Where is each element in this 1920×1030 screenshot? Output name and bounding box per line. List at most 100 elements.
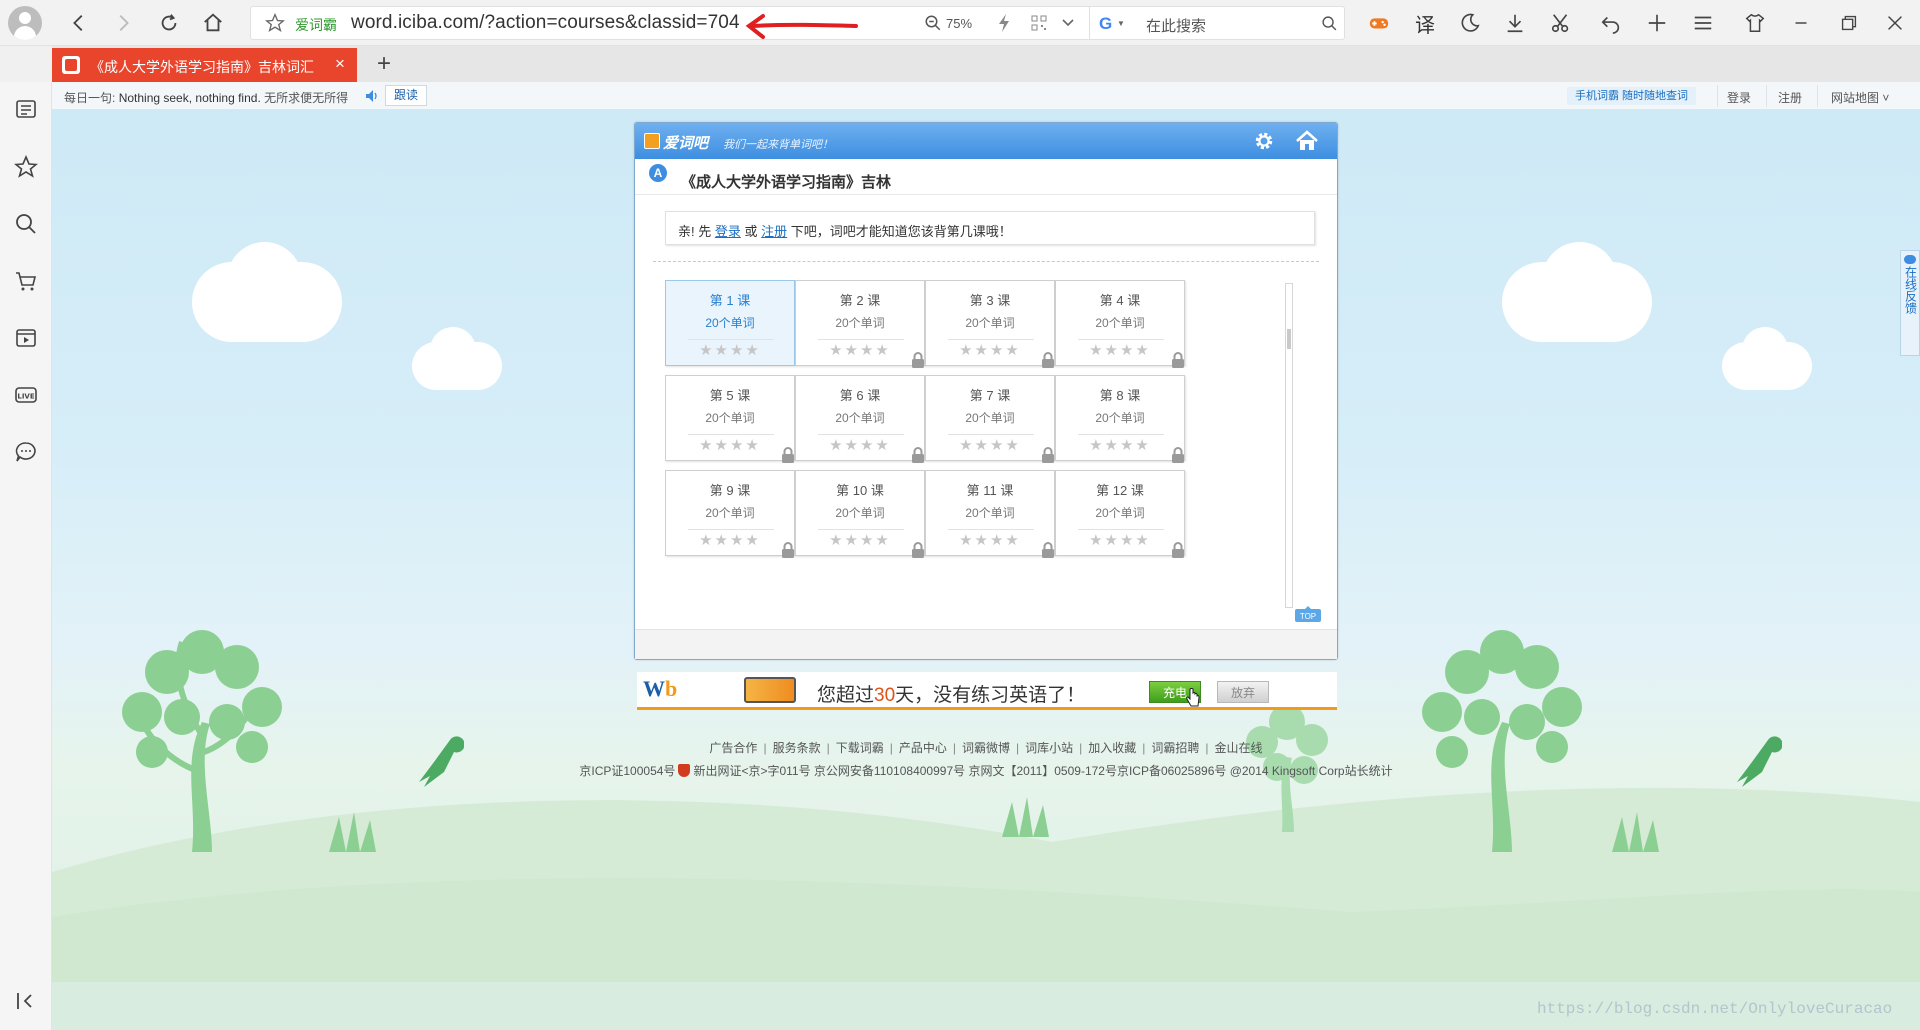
footer-link[interactable]: 下载词霸 (836, 741, 884, 755)
moon-icon (1461, 13, 1480, 32)
lesson-card[interactable]: 第 7 课 20个单词 ★★★★ (925, 375, 1055, 463)
restore-button[interactable] (1834, 8, 1864, 38)
skin-button[interactable] (1740, 8, 1770, 38)
search-input[interactable]: 在此搜索 (1146, 15, 1206, 36)
lesson-scrollbar[interactable] (1285, 283, 1293, 608)
police-badge-icon (678, 764, 691, 777)
register-link[interactable]: 注册 (1778, 89, 1802, 106)
tab-title: 《成人大学外语学习指南》吉林词汇 (90, 59, 314, 75)
lesson-card[interactable]: 第 3 课 20个单词 ★★★★ (925, 280, 1055, 368)
night-mode-button[interactable] (1455, 8, 1485, 38)
search-icon (16, 214, 36, 234)
tab-close-icon[interactable]: × (335, 54, 345, 74)
engine-chevron-icon[interactable]: ▼ (1117, 19, 1125, 28)
screenshot-button[interactable] (1546, 8, 1576, 38)
close-window-button[interactable] (1880, 8, 1910, 38)
sidebar-chat-button[interactable] (13, 439, 39, 465)
follow-read-button[interactable]: 跟读 (385, 85, 428, 106)
lesson-word-count: 20个单词 (835, 316, 885, 330)
sidebar-news-button[interactable] (13, 96, 39, 122)
url-text[interactable]: word.iciba.com/?action=courses&classid=7… (351, 12, 740, 34)
address-divider (1089, 7, 1090, 39)
app-logo[interactable]: 爱词吧 (663, 132, 708, 153)
sidebar-collapse-button[interactable] (13, 988, 39, 1014)
lesson-card[interactable]: 第 12 课 20个单词 ★★★★ (1055, 470, 1185, 558)
sidebar-live-button[interactable]: LIVE (13, 382, 39, 408)
sidebar-shopping-button[interactable] (13, 268, 39, 294)
translate-button[interactable]: 译 (1410, 8, 1440, 38)
zoom-icon[interactable] (924, 14, 942, 32)
reload-icon (161, 14, 177, 31)
add-button[interactable] (1642, 8, 1672, 38)
game-button[interactable] (1364, 8, 1394, 38)
footer-link[interactable]: 词库小站 (1025, 741, 1073, 755)
qr-code-icon[interactable] (1031, 15, 1047, 31)
footer-link[interactable]: 服务条款 (773, 741, 821, 755)
gear-icon[interactable] (1253, 130, 1275, 152)
star-rating: ★★★★ (699, 532, 761, 549)
sidebar-favorites-button[interactable] (13, 154, 39, 180)
lesson-word-count: 20个单词 (835, 411, 885, 425)
sitemap-link[interactable]: 网站地图 ˅ (1831, 89, 1889, 106)
back-button[interactable] (64, 8, 94, 38)
bookmark-star-icon[interactable] (265, 13, 285, 33)
mobile-dict-link[interactable]: 手机词霸 随时随地查词 (1567, 87, 1697, 105)
sidebar-video-button[interactable] (13, 325, 39, 351)
search-icon[interactable] (1321, 15, 1338, 32)
lesson-title: 第 9 课 (709, 483, 751, 498)
search-engine-icon[interactable]: G (1099, 14, 1112, 34)
cloud-right-small-top (1742, 327, 1788, 373)
forward-button[interactable] (108, 8, 138, 38)
daily-english: Nothing seek, nothing find. (118, 91, 261, 105)
online-feedback-tab[interactable]: 在线反馈 (1900, 250, 1920, 356)
lesson-card[interactable]: 第 6 课 20个单词 ★★★★ (795, 375, 925, 463)
forward-icon (119, 15, 129, 31)
lesson-card[interactable]: 第 11 课 20个单词 ★★★★ (925, 470, 1055, 558)
ad-banner[interactable]: Wb 您超过30天，没有练习英语了！ 充电 放弃 (637, 672, 1337, 710)
notice-login-link[interactable]: 登录 (715, 224, 741, 239)
lesson-card[interactable]: 第 9 课 20个单词 ★★★★ (665, 470, 795, 558)
footer-link[interactable]: 广告合作 (709, 741, 757, 755)
download-icon (1507, 14, 1523, 33)
lesson-card[interactable]: 第 10 课 20个单词 ★★★★ (795, 470, 925, 558)
star-icon (14, 155, 38, 178)
speaker-icon[interactable] (365, 89, 379, 103)
footer-link[interactable]: 金山在线 (1215, 741, 1263, 755)
footer-link[interactable]: 词霸微博 (962, 741, 1010, 755)
new-tab-button[interactable]: + (367, 48, 401, 82)
tab-active[interactable]: 《成人大学外语学习指南》吉林词汇 × (52, 48, 357, 82)
back-to-top-button[interactable]: TOP (1295, 606, 1321, 622)
dashed-divider (653, 261, 1319, 262)
lock-icon (912, 447, 924, 463)
lesson-word-count: 20个单词 (705, 316, 755, 330)
notice-register-link[interactable]: 注册 (761, 224, 787, 239)
lesson-card[interactable]: 第 1 课 20个单词 ★★★★ (665, 280, 795, 366)
undo-close-button[interactable] (1596, 8, 1626, 38)
lesson-card[interactable]: 第 4 课 20个单词 ★★★★ (1055, 280, 1185, 368)
lock-icon (782, 447, 794, 463)
footer-link[interactable]: 加入收藏 (1088, 741, 1136, 755)
zoom-level[interactable]: 75% (946, 16, 972, 31)
download-button[interactable] (1500, 8, 1530, 38)
reload-button[interactable] (154, 8, 184, 38)
footer-separator: | (952, 741, 956, 755)
scrollbar-thumb[interactable] (1287, 329, 1291, 349)
footer-link[interactable]: 产品中心 (899, 741, 947, 755)
sidebar-search-button[interactable] (13, 211, 39, 237)
home-icon[interactable] (1295, 129, 1319, 153)
footer-link[interactable]: 词霸招聘 (1151, 741, 1199, 755)
menu-button[interactable] (1688, 8, 1718, 38)
bolt-icon[interactable] (997, 14, 1011, 32)
user-avatar[interactable] (8, 6, 42, 40)
login-link[interactable]: 登录 (1727, 89, 1751, 106)
lesson-title: 第 10 课 (836, 483, 884, 498)
chevron-down-icon[interactable] (1061, 16, 1075, 30)
lesson-word-count: 20个单词 (1095, 316, 1145, 330)
give-up-button[interactable]: 放弃 (1217, 681, 1269, 703)
home-button[interactable] (198, 8, 228, 38)
minimize-button[interactable] (1786, 8, 1816, 38)
left-sidebar: LIVE (0, 82, 52, 1030)
lesson-card[interactable]: 第 5 课 20个单词 ★★★★ (665, 375, 795, 463)
lesson-card[interactable]: 第 8 课 20个单词 ★★★★ (1055, 375, 1185, 463)
lesson-card[interactable]: 第 2 课 20个单词 ★★★★ (795, 280, 925, 368)
